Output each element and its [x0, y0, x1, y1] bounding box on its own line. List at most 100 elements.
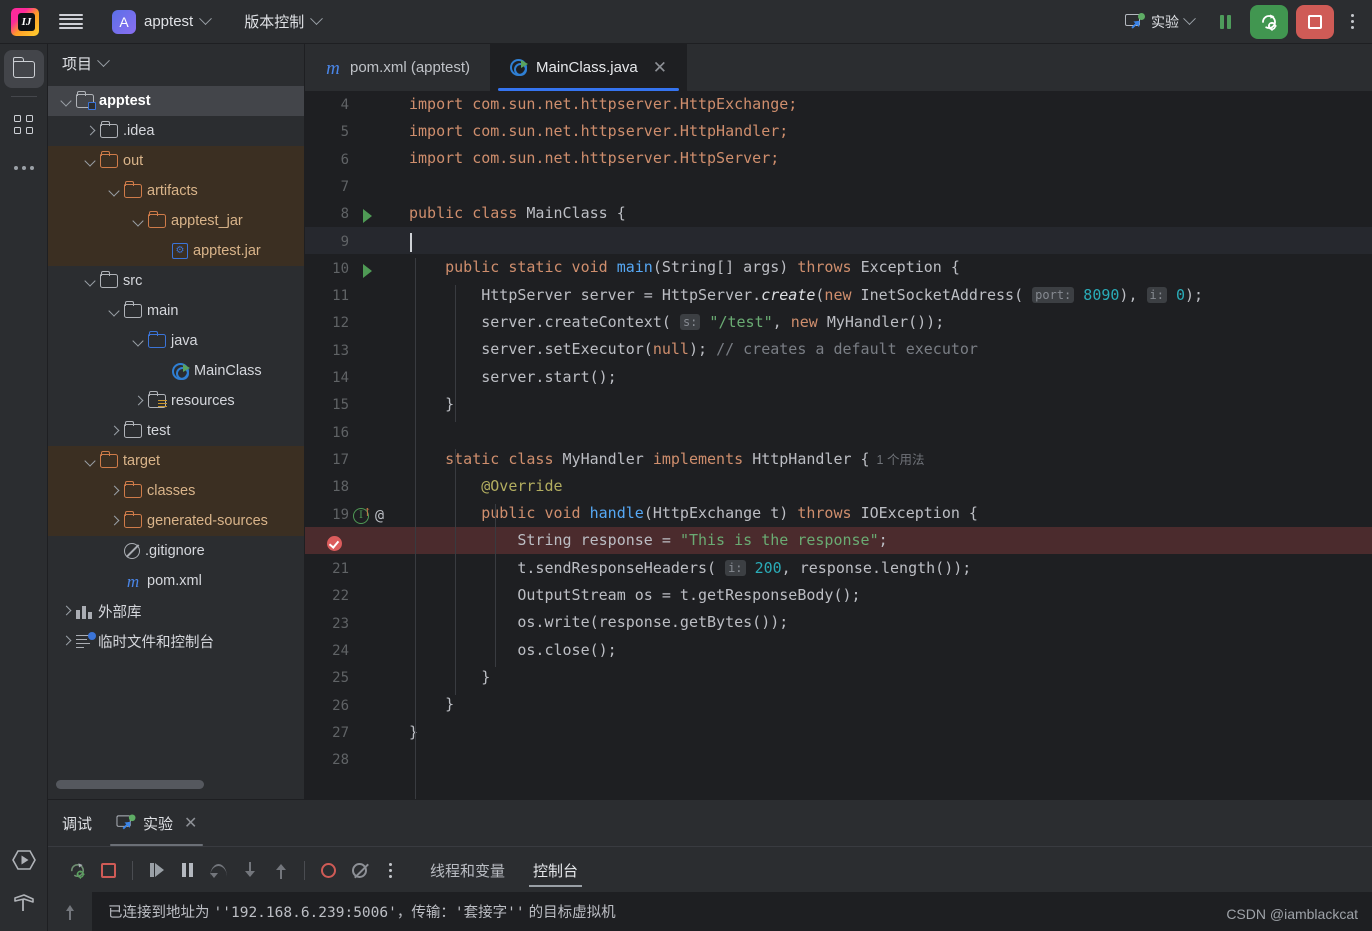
editor-tab-pom[interactable]: m pom.xml (apptest): [305, 44, 490, 91]
code-line[interactable]: import com.sun.net.httpserver.HttpServer…: [409, 145, 1372, 172]
pause-program-button[interactable]: [172, 855, 203, 886]
chevron-right-icon[interactable]: [60, 634, 74, 648]
tree-node-[interactable]: 临时文件和控制台: [48, 626, 304, 656]
chevron-down-icon[interactable]: [132, 214, 146, 228]
code-line[interactable]: os.close();: [409, 636, 1372, 663]
run-gutter-icon[interactable]: [363, 263, 372, 278]
view-breakpoints-button[interactable]: [313, 855, 344, 886]
scroll-up-button[interactable]: [48, 892, 92, 931]
chevron-right-icon[interactable]: [132, 394, 146, 408]
code-line[interactable]: import com.sun.net.httpserver.HttpExchan…: [409, 91, 1372, 117]
rerun-debug-button[interactable]: [62, 855, 93, 886]
chevron-right-icon[interactable]: [108, 424, 122, 438]
vcs-menu[interactable]: 版本控制: [237, 8, 328, 35]
code-line[interactable]: [409, 418, 1372, 445]
project-horizontal-scrollbar[interactable]: [56, 780, 296, 789]
code-line[interactable]: os.write(response.getBytes());: [409, 609, 1372, 636]
chevron-down-icon[interactable]: [84, 274, 98, 288]
code-line[interactable]: }: [409, 718, 1372, 745]
code-line[interactable]: server.setExecutor(null); // creates a d…: [409, 336, 1372, 363]
step-over-button[interactable]: [203, 855, 234, 886]
step-out-button[interactable]: [265, 855, 296, 886]
tree-node-.gitignore[interactable]: .gitignore: [48, 536, 304, 566]
chevron-down-icon[interactable]: [108, 184, 122, 198]
code-line[interactable]: [409, 745, 1372, 772]
sidebar-item-run[interactable]: [4, 841, 44, 879]
tree-node-MainClass[interactable]: MainClass: [48, 356, 304, 386]
code-line[interactable]: public class MainClass {: [409, 199, 1372, 226]
tree-node-artifacts[interactable]: artifacts: [48, 176, 304, 206]
tree-node-classes[interactable]: classes: [48, 476, 304, 506]
code-content[interactable]: 4 import com.sun.net.httpserver.HttpExcha…: [305, 91, 1372, 799]
chevron-down-icon[interactable]: [108, 304, 122, 318]
stop-button[interactable]: [1296, 4, 1334, 39]
debug-view-tab-console[interactable]: 控制台: [529, 847, 583, 894]
project-tree[interactable]: apptest .idea out artifacts apptest_jar ⚙ appt…: [48, 82, 304, 812]
sidebar-item-more[interactable]: [4, 149, 44, 187]
tree-node-.idea[interactable]: .idea: [48, 116, 304, 146]
annotation-gutter-icon[interactable]: @: [375, 506, 384, 524]
chevron-right-icon[interactable]: [84, 124, 98, 138]
debug-session-tab[interactable]: 实验 ✕: [110, 800, 204, 846]
chevron-right-icon[interactable]: [108, 484, 122, 498]
chevron-right-icon[interactable]: [60, 604, 74, 618]
tree-node-out[interactable]: out: [48, 146, 304, 176]
scrollbar-thumb[interactable]: [56, 780, 204, 789]
run-configuration-selector[interactable]: 实验: [1119, 9, 1200, 35]
code-line[interactable]: [409, 172, 1372, 199]
tree-node-target[interactable]: target: [48, 446, 304, 476]
code-line[interactable]: server.createContext( s: "/test", new My…: [409, 308, 1372, 335]
editor-tab-mainclass[interactable]: MainClass.java ✕: [490, 44, 688, 91]
code-editor[interactable]: 4 import com.sun.net.httpserver.HttpExcha…: [305, 91, 1372, 799]
close-icon[interactable]: ✕: [653, 59, 667, 76]
toolbar-more-button[interactable]: [1342, 14, 1362, 29]
debug-more-button[interactable]: [375, 855, 406, 886]
tree-node-main[interactable]: main: [48, 296, 304, 326]
code-line[interactable]: [409, 227, 1372, 254]
tree-node-apptest.jar[interactable]: ⚙ apptest.jar: [48, 236, 304, 266]
tree-node-apptest_jar[interactable]: apptest_jar: [48, 206, 304, 236]
tree-node-[interactable]: 外部库: [48, 596, 304, 626]
stop-button[interactable]: [93, 855, 124, 886]
tree-node-generated-sources[interactable]: generated-sources: [48, 506, 304, 536]
debug-console[interactable]: 已连接到地址为 ''192.168.6.239:5006'，传输：'套接字'' …: [48, 892, 1372, 931]
code-line[interactable]: }: [409, 691, 1372, 718]
editor-gutter[interactable]: [305, 91, 409, 799]
project-panel-header[interactable]: 项目: [48, 44, 304, 82]
tree-node-src[interactable]: src: [48, 266, 304, 296]
mute-breakpoints-button[interactable]: [344, 855, 375, 886]
code-line[interactable]: server.start();: [409, 363, 1372, 390]
code-line[interactable]: static class MyHandler implements HttpHa…: [409, 445, 1372, 472]
code-line[interactable]: t.sendResponseHeaders( i: 200, response.…: [409, 554, 1372, 581]
sidebar-item-structure[interactable]: [4, 105, 44, 143]
project-selector[interactable]: A apptest: [105, 7, 217, 37]
breakpoint-icon[interactable]: [327, 535, 342, 551]
implementing-method-icon[interactable]: I ↑: [353, 506, 372, 524]
debug-button[interactable]: [1250, 4, 1288, 39]
code-line[interactable]: OutputStream os = t.getResponseBody();: [409, 581, 1372, 608]
step-into-button[interactable]: [234, 855, 265, 886]
tree-node-test[interactable]: test: [48, 416, 304, 446]
chevron-down-icon[interactable]: [60, 94, 74, 108]
tree-node-pom.xml[interactable]: m pom.xml: [48, 566, 304, 596]
code-line[interactable]: public void handle (HttpExchange t) throw…: [409, 500, 1372, 527]
code-line[interactable]: @Override: [409, 472, 1372, 499]
run-gutter-icon[interactable]: [363, 209, 372, 224]
code-line[interactable]: import com.sun.net.httpserver.HttpHandle…: [409, 117, 1372, 144]
tree-node-resources[interactable]: resources: [48, 386, 304, 416]
resume-program-button[interactable]: [141, 855, 172, 886]
close-icon[interactable]: ✕: [184, 813, 197, 833]
chevron-right-icon[interactable]: [108, 514, 122, 528]
chevron-down-icon[interactable]: [132, 334, 146, 348]
chevron-down-icon[interactable]: [84, 154, 98, 168]
tree-node-java[interactable]: java: [48, 326, 304, 356]
chevron-down-icon[interactable]: [84, 454, 98, 468]
code-line[interactable]: String response = "This is the response"…: [409, 527, 1372, 554]
code-line[interactable]: HttpServer server = HttpServer. create(ne…: [409, 281, 1372, 308]
code-line[interactable]: }: [409, 390, 1372, 417]
hamburger-menu-icon[interactable]: [59, 11, 83, 33]
pause-button[interactable]: [1208, 7, 1242, 37]
sidebar-item-project[interactable]: [3, 50, 44, 88]
code-line[interactable]: }: [409, 663, 1372, 690]
debug-view-tab-threads-variables[interactable]: 线程和变量: [430, 847, 505, 894]
